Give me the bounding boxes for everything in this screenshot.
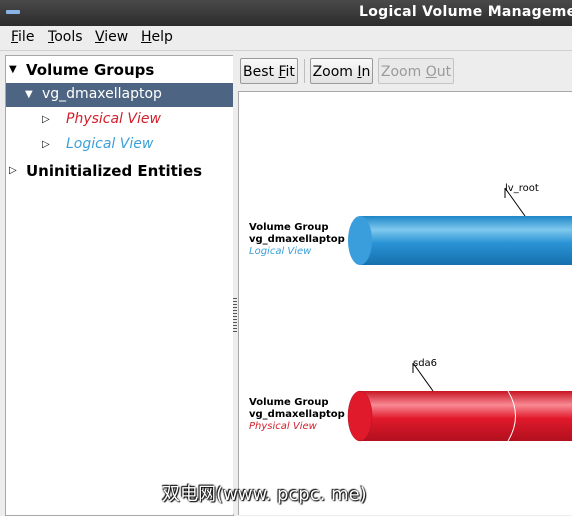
menu-tools[interactable]: Tools [46,29,85,45]
vg-label-view: Logical View [249,246,312,257]
collapsed-arrow-icon[interactable]: ▷ [9,164,17,178]
app-menu-icon[interactable] [6,10,20,14]
lv-root-label: lv_root [505,183,539,194]
zoom-in-button[interactable]: Zoom In [310,58,373,84]
menu-view[interactable]: View [93,29,130,45]
cylinder-end-cap [347,390,373,442]
tree-label-physical-view: Physical View [66,111,161,127]
tree-item-uninitialized[interactable]: ▷ Uninitialized Entities [6,159,233,183]
pane-splitter[interactable] [233,55,237,514]
cylinders-drawing [347,187,572,442]
physical-volume-cylinder[interactable] [347,390,572,442]
tree-item-vg[interactable]: ▼ vg_dmaxellaptop [6,83,233,107]
tree-label-uninitialized: Uninitialized Entities [26,162,203,180]
menu-bar: File Tools View Help [0,26,572,51]
tree-label-volume-groups: Volume Groups [26,61,155,79]
vg-label-heading: Volume Group [249,222,329,233]
title-bar: Logical Volume Management [0,0,572,26]
volume-tree: ▼ Volume Groups ▼ vg_dmaxellaptop ▷ Phys… [5,55,234,516]
physical-vg-label: Volume Group vg_dmaxellaptop Physical Vi… [249,397,345,433]
watermark: 双电网(www. pcpc. me) [162,484,367,505]
vg-label-name: vg_dmaxellaptop [249,234,345,245]
cylinder-end-cap [348,216,372,265]
tree-item-logical-view[interactable]: ▷ Logical View [6,133,233,157]
splitter-grip-icon[interactable] [233,298,237,332]
tree-item-physical-view[interactable]: ▷ Physical View [6,108,233,132]
tree-label-vg: vg_dmaxellaptop [42,86,162,102]
expanded-arrow-icon[interactable]: ▼ [9,63,17,77]
tree-item-volume-groups[interactable]: ▼ Volume Groups [6,58,233,82]
vg-label-heading: Volume Group [249,397,329,408]
toolbar-separator [304,59,305,83]
logical-vg-label: Volume Group vg_dmaxellaptop Logical Vie… [249,222,345,258]
tree-label-logical-view: Logical View [66,136,154,152]
zoom-out-button: Zoom Out [378,58,454,84]
window-title: Logical Volume Management [359,4,572,20]
collapsed-arrow-icon[interactable]: ▷ [42,138,50,152]
logical-volume-cylinder[interactable] [348,216,572,265]
toolbar: Best Fit Zoom In Zoom Out [238,55,572,88]
vg-label-view: Physical View [249,421,317,432]
sda6-label: sda6 [413,358,438,369]
best-fit-button[interactable]: Best Fit [240,58,298,84]
collapsed-arrow-icon[interactable]: ▷ [42,113,50,127]
vg-canvas: lv_root sda6 Volume Group vg_dmaxellapto… [238,91,572,515]
vg-label-name: vg_dmaxellaptop [249,409,345,420]
menu-help[interactable]: Help [139,29,175,45]
expanded-arrow-icon[interactable]: ▼ [25,88,33,102]
menu-file[interactable]: File [9,29,36,45]
